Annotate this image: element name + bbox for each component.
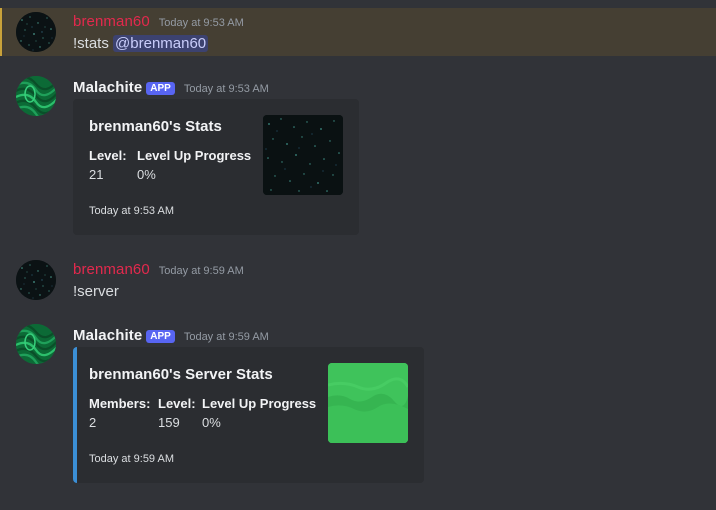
embed-field-value: 0% xyxy=(137,167,156,182)
embed-title: brenman60's Server Stats xyxy=(89,366,273,383)
embed-field-name: Members: xyxy=(89,396,151,411)
message-author-username[interactable]: brenman60 xyxy=(73,261,150,278)
embed-field-value: 2 xyxy=(89,415,97,430)
stats-embed: brenman60's Stats Level: 21 Level Up Pro… xyxy=(73,99,359,235)
server-stats-embed: brenman60's Server Stats Members: 2 Leve… xyxy=(73,347,424,483)
user-mention[interactable]: @brenman60 xyxy=(113,35,209,52)
malachite-avatar-icon[interactable] xyxy=(16,324,56,364)
malachite-avatar-icon[interactable] xyxy=(16,76,56,116)
embed-footer-timestamp: Today at 9:59 AM xyxy=(89,453,174,465)
app-badge: APP xyxy=(146,330,175,343)
starfield-avatar-icon[interactable] xyxy=(16,12,56,52)
embed-footer-timestamp: Today at 9:53 AM xyxy=(89,205,174,217)
message[interactable]: brenman60 Today at 9:59 AM !server xyxy=(0,256,716,306)
starfield-avatar-icon[interactable] xyxy=(16,260,56,300)
message[interactable]: Malachite APP Today at 9:59 AM brenman60… xyxy=(0,320,716,490)
message-content: !server xyxy=(73,283,119,300)
message-timestamp: Today at 9:59 AM xyxy=(183,331,269,343)
message[interactable]: Malachite APP Today at 9:53 AM brenman60… xyxy=(0,72,716,242)
starfield-thumbnail-icon[interactable] xyxy=(263,115,343,195)
chat-message-list: brenman60 Today at 9:53 AM !stats @brenm… xyxy=(0,0,716,510)
message-author-username[interactable]: brenman60 xyxy=(73,13,150,30)
app-badge: APP xyxy=(146,82,175,95)
message-highlighted[interactable]: brenman60 Today at 9:53 AM !stats @brenm… xyxy=(0,8,716,56)
message-timestamp: Today at 9:53 AM xyxy=(183,83,269,95)
embed-field-name: Level: xyxy=(158,396,196,411)
embed-title: brenman60's Stats xyxy=(89,118,222,135)
message-timestamp: Today at 9:59 AM xyxy=(158,265,244,277)
embed-field-value: 21 xyxy=(89,167,104,182)
embed-field-name: Level Up Progress xyxy=(137,148,252,163)
embed-field-value: 159 xyxy=(158,415,180,430)
bot-username[interactable]: Malachite xyxy=(73,79,142,96)
green-server-icon-thumbnail[interactable] xyxy=(328,363,408,443)
embed-field-name: Level Up Progress xyxy=(202,396,317,411)
message-timestamp: Today at 9:53 AM xyxy=(158,17,244,29)
embed-field-name: Level: xyxy=(89,148,127,163)
message-content: !stats @brenman60 xyxy=(73,35,209,52)
embed-field-value: 0% xyxy=(202,415,221,430)
command-text: !stats xyxy=(73,35,109,52)
bot-username[interactable]: Malachite xyxy=(73,327,142,344)
